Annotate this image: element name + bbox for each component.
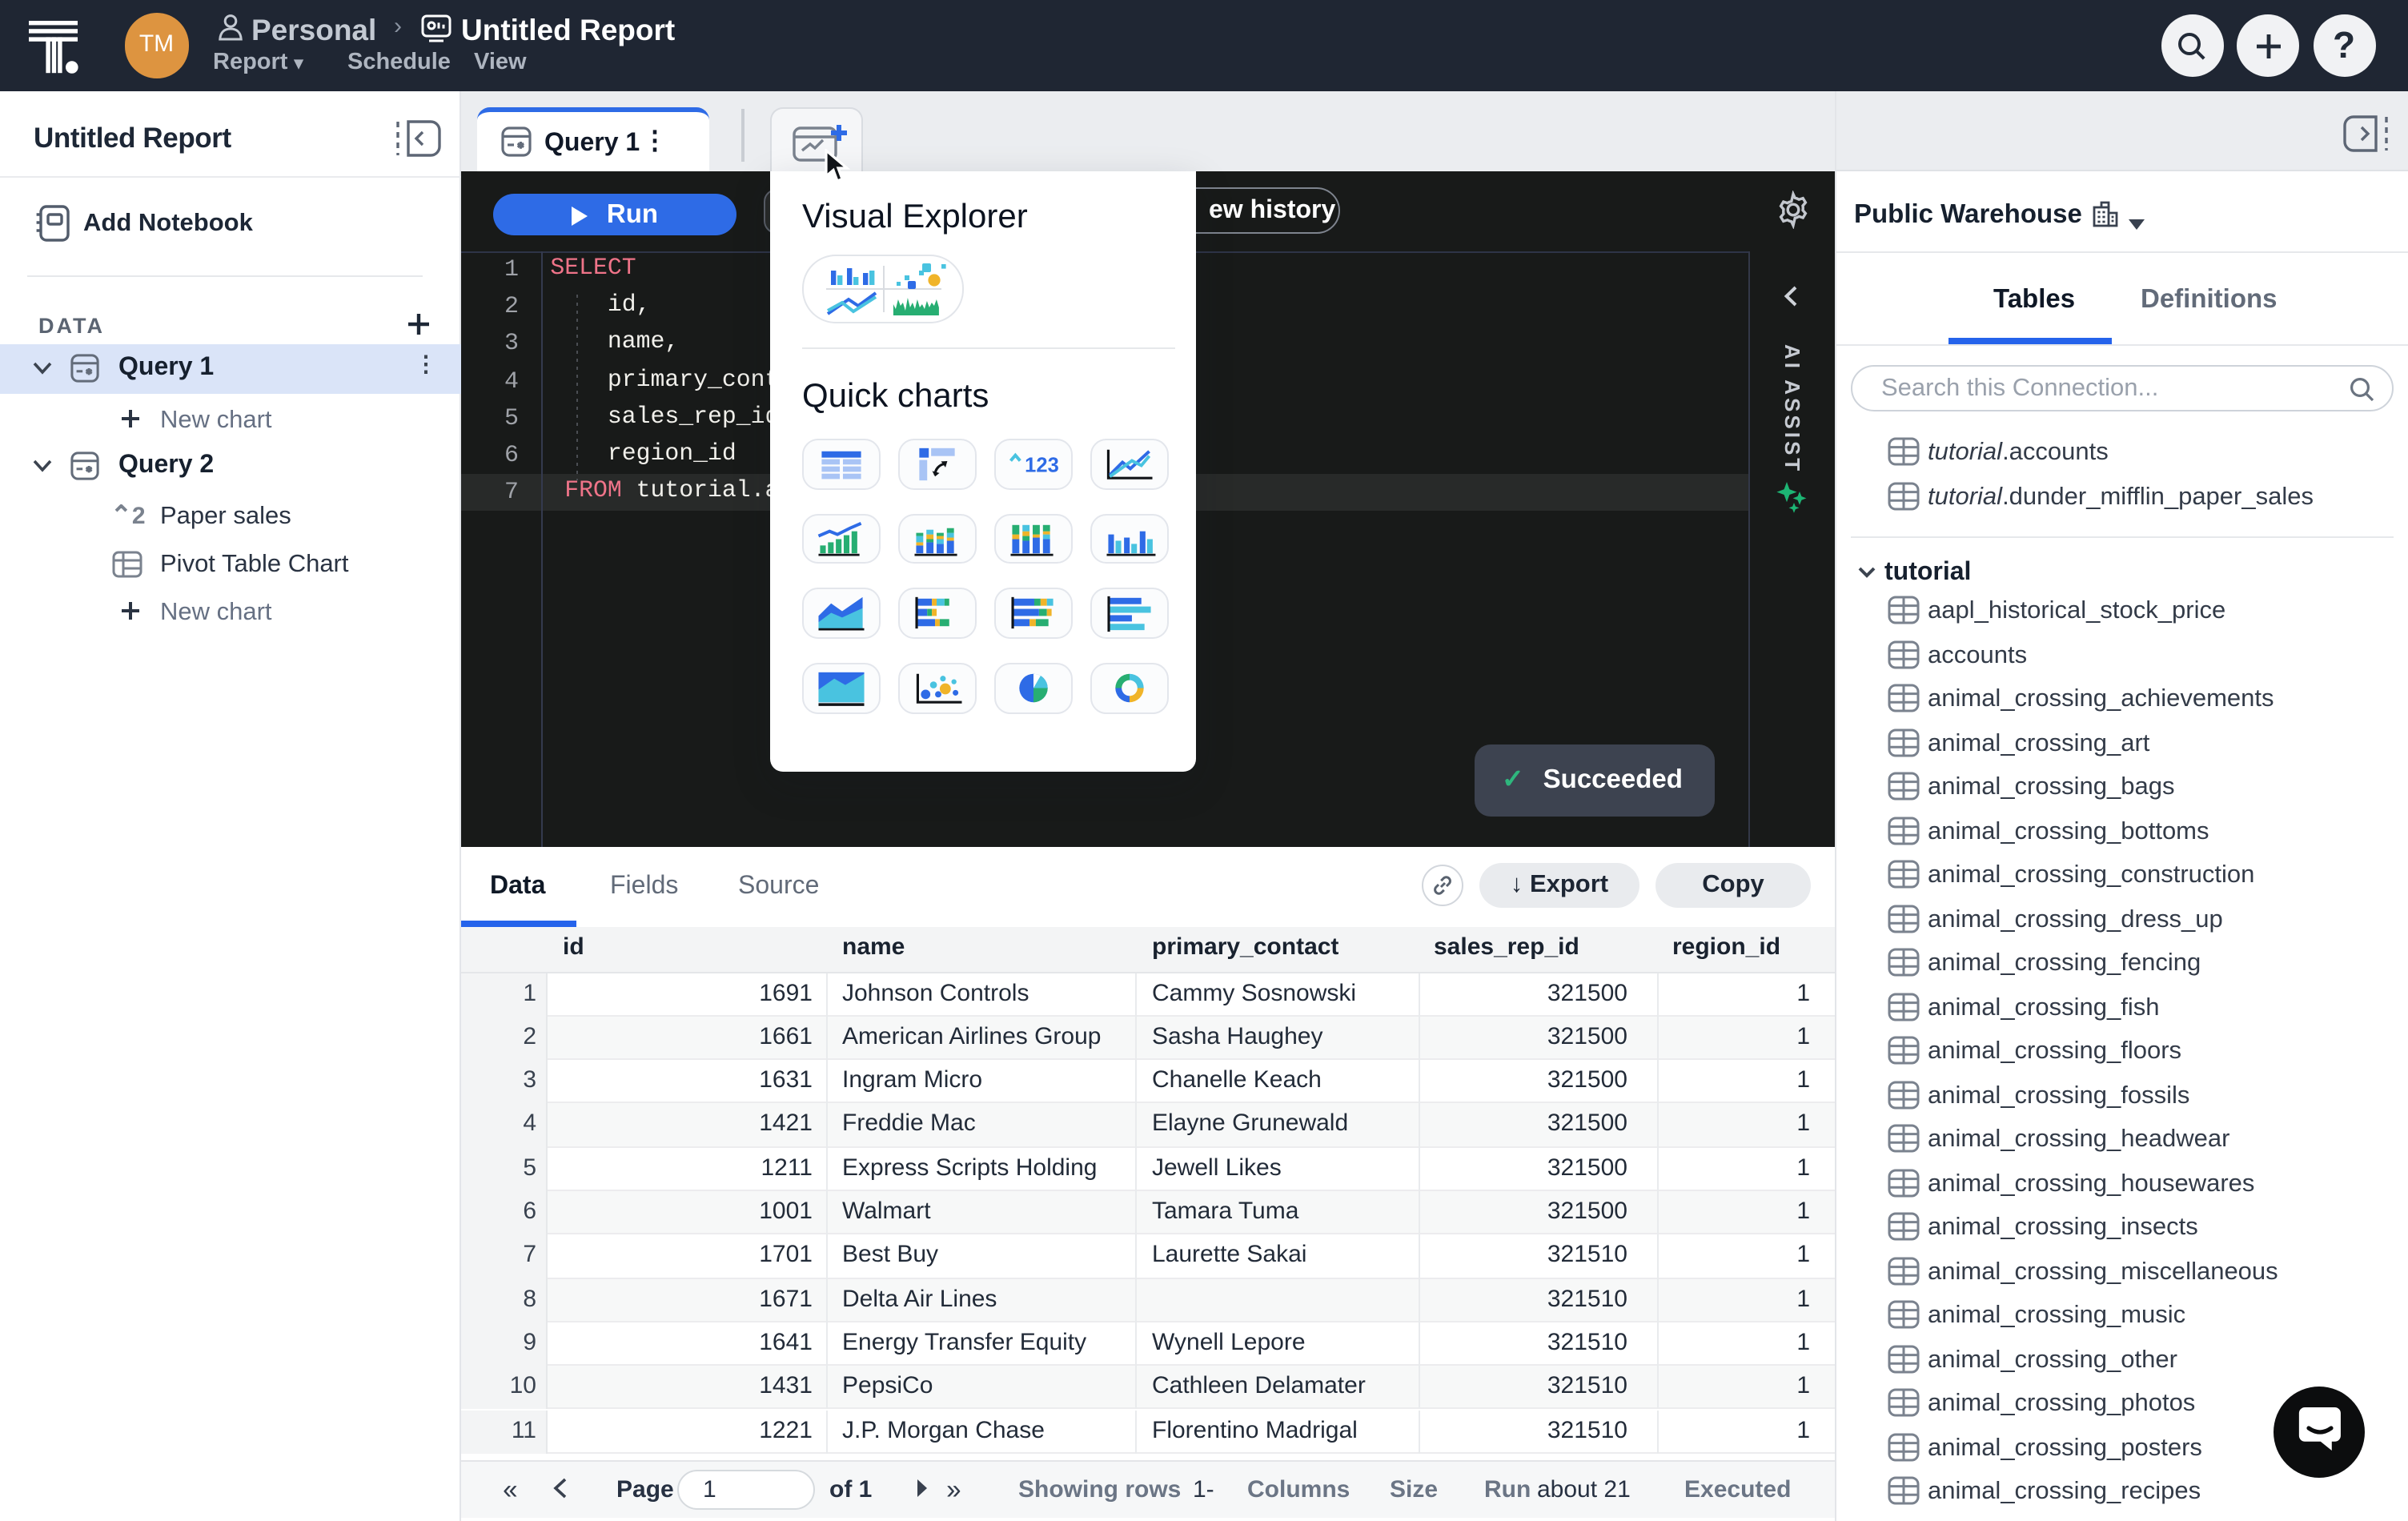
svg-text:123: 123 (1024, 455, 1058, 477)
